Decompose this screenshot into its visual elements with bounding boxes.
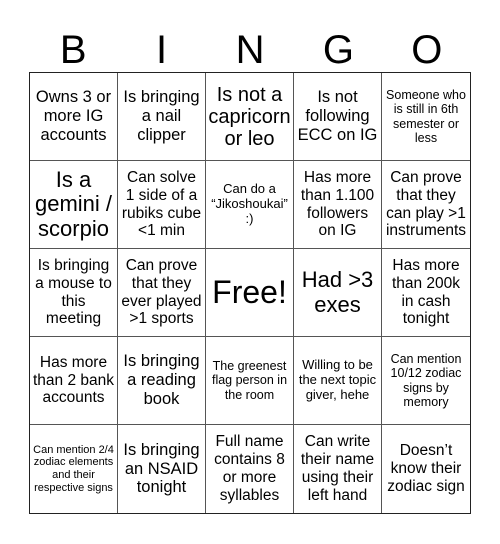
bingo-header: B I N G O (29, 28, 471, 72)
bingo-cell[interactable]: Is not following ECC on IG (294, 73, 382, 161)
bingo-cell[interactable]: Is bringing a mouse to this meeting (30, 249, 118, 337)
free-cell[interactable]: Free! (206, 249, 294, 337)
header-letter-i: I (156, 28, 168, 72)
bingo-cell[interactable]: Had >3 exes (294, 249, 382, 337)
bingo-cell[interactable]: Has more than 1.100 followers on IG (294, 161, 382, 249)
bingo-cell[interactable]: The greenest flag person in the room (206, 337, 294, 425)
bingo-cell[interactable]: Is not a capricorn or leo (206, 73, 294, 161)
bingo-cell[interactable]: Has more than 2 bank accounts (30, 337, 118, 425)
header-letter-b: B (59, 28, 87, 72)
header-letter-n: N (235, 28, 265, 72)
bingo-cell[interactable]: Has more than 200k in cash tonight (382, 249, 470, 337)
bingo-cell[interactable]: Is bringing an NSAID tonight (118, 425, 206, 513)
bingo-cell[interactable]: Willing to be the next topic giver, hehe (294, 337, 382, 425)
header-letter-g: G (322, 28, 354, 72)
bingo-cell[interactable]: Can prove that they ever played >1 sport… (118, 249, 206, 337)
bingo-cell[interactable]: Is a gemini / scorpio (30, 161, 118, 249)
bingo-cell[interactable]: Can do a “Jikoshoukai” :) (206, 161, 294, 249)
bingo-cell[interactable]: Can mention 10/12 zodiac signs by memory (382, 337, 470, 425)
bingo-cell[interactable]: Full name contains 8 or more syllables (206, 425, 294, 513)
bingo-cell[interactable]: Can prove that they can play >1 instrume… (382, 161, 470, 249)
bingo-cell[interactable]: Is bringing a nail clipper (118, 73, 206, 161)
bingo-grid: Owns 3 or more IG accounts Is bringing a… (29, 72, 471, 514)
bingo-cell[interactable]: Owns 3 or more IG accounts (30, 73, 118, 161)
header-letter-o: O (411, 28, 443, 72)
bingo-cell[interactable]: Someone who is still in 6th semester or … (382, 73, 470, 161)
bingo-cell[interactable]: Can write their name using their left ha… (294, 425, 382, 513)
bingo-cell[interactable]: Can solve 1 side of a rubiks cube <1 min (118, 161, 206, 249)
bingo-cell[interactable]: Can mention 2/4 zodiac elements and thei… (30, 425, 118, 513)
bingo-cell[interactable]: Is bringing a reading book (118, 337, 206, 425)
bingo-cell[interactable]: Doesn’t know their zodiac sign (382, 425, 470, 513)
